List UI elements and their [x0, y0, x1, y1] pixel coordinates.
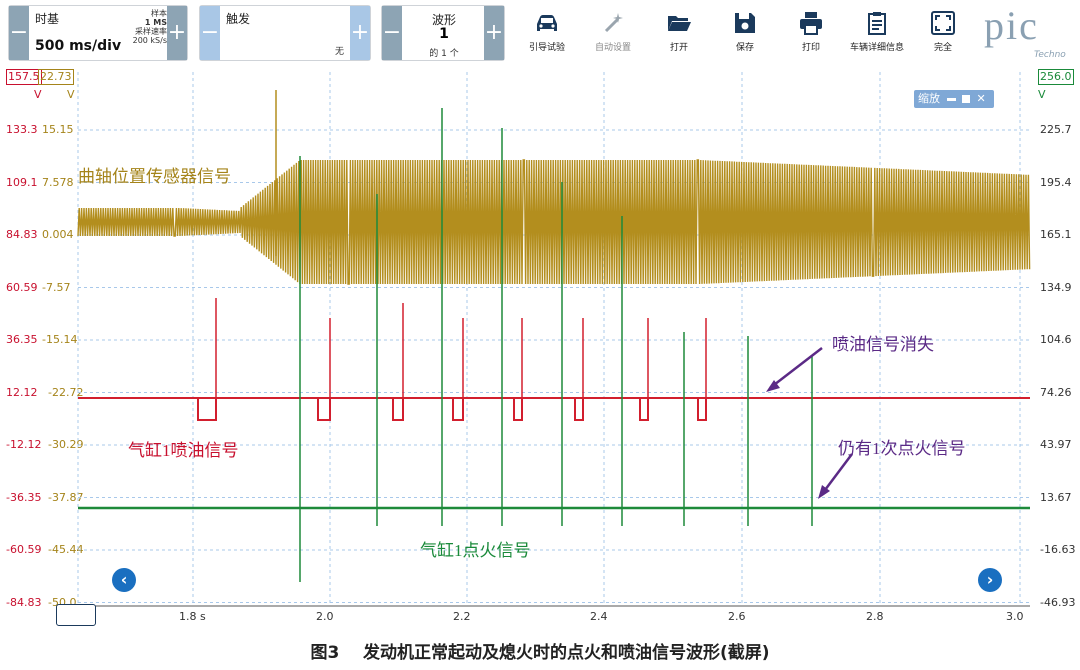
- figure-caption: 图3 发动机正常起动及熄火时的点火和喷油信号波形(截屏): [0, 638, 1080, 663]
- injector-pulse: [697, 397, 707, 421]
- car-icon: [537, 15, 557, 31]
- toolbar: − 时基 500 ms/div 样本 1 MS 采样速率 200 kS/s + …: [0, 0, 1080, 67]
- auto-setup-button[interactable]: 自动设置: [580, 8, 646, 58]
- print-label: 打印: [801, 43, 820, 53]
- magic-wand-icon: [604, 13, 623, 33]
- injector-pulse: [574, 397, 584, 421]
- guided-test-label: 引导试验: [528, 43, 565, 53]
- fullscreen-icon: [931, 11, 955, 35]
- trigger-decrease-button[interactable]: −: [200, 6, 220, 60]
- sample-info: 样本 1 MS 采样速率 200 kS/s: [121, 9, 167, 45]
- timebase-value[interactable]: 500 ms/div: [35, 38, 121, 54]
- arrow-ignition-remains: [821, 453, 853, 495]
- waveform-count: 的 1 个: [429, 49, 459, 59]
- crank-sensor-trace: [77, 90, 1031, 285]
- timebase-decrease-button[interactable]: −: [9, 6, 29, 60]
- waveform-next-button[interactable]: +: [484, 6, 504, 60]
- ruler-handle[interactable]: [56, 604, 96, 626]
- timebase-control: − 时基 500 ms/div 样本 1 MS 采样速率 200 kS/s +: [8, 5, 188, 61]
- save-button[interactable]: 保存: [712, 8, 778, 58]
- waveform-control: − 波形 1 的 1 个 +: [381, 5, 505, 61]
- vehicle-details-button[interactable]: 车辆详细信息: [844, 8, 910, 58]
- annotation-injector: 气缸1喷油信号: [128, 441, 239, 460]
- annotation-arrows: [766, 347, 853, 499]
- open-label: 打开: [669, 43, 688, 53]
- trigger-value[interactable]: 无: [335, 44, 344, 57]
- logo-sub: Techno: [1034, 50, 1066, 60]
- save-icon: [735, 13, 755, 33]
- chevron-right-icon: ›: [986, 570, 994, 589]
- annotation-injection-missing: 喷油信号消失: [832, 335, 934, 354]
- rate-value: 200 kS/s: [132, 36, 167, 45]
- print-button[interactable]: 打印: [778, 8, 844, 58]
- injector-pulse: [452, 397, 464, 421]
- injector-trace: [78, 298, 1030, 421]
- pico-logo: pic Techno: [984, 4, 1080, 64]
- chevron-left-icon: ‹: [120, 570, 128, 589]
- fullscreen-button[interactable]: 完全: [910, 8, 976, 58]
- save-label: 保存: [735, 43, 754, 53]
- scroll-right-button[interactable]: ›: [978, 568, 1002, 592]
- trigger-title: 触发: [226, 12, 251, 26]
- rate-label: 采样速率: [135, 27, 167, 36]
- guided-test-button[interactable]: 引导试验: [514, 8, 580, 58]
- annotation-crank-sensor: 曲轴位置传感器信号: [78, 167, 231, 186]
- arrow-injection-missing: [769, 347, 823, 389]
- injector-pulse: [392, 397, 404, 421]
- annotation-ignition-remains: 仍有1次点火信号: [838, 439, 966, 458]
- annotation-ignition: 气缸1点火信号: [420, 541, 531, 560]
- logo-text: pic: [984, 4, 1039, 48]
- injector-pulse: [197, 397, 217, 421]
- injector-pulse: [513, 397, 523, 421]
- sample-label: 样本: [151, 9, 167, 18]
- open-button[interactable]: 打开: [646, 8, 712, 58]
- trigger-control: − 触发 无 +: [199, 5, 371, 61]
- auto-setup-label: 自动设置: [594, 43, 631, 53]
- timebase-title: 时基: [35, 12, 60, 26]
- waveform-index[interactable]: 1: [402, 26, 486, 42]
- waveform-prev-button[interactable]: −: [382, 6, 402, 60]
- injector-pulse: [639, 397, 649, 421]
- trigger-increase-button[interactable]: +: [350, 6, 370, 60]
- vehicle-details-label: 车辆详细信息: [849, 43, 904, 53]
- caption-figure-number: 图3: [310, 643, 340, 663]
- scope-view[interactable]: 157.5 22.73 V V 256.0 V 缩放 ✕ 133.3 15.15 2…: [0, 66, 1080, 628]
- printer-icon: [800, 12, 822, 35]
- folder-open-icon: [668, 16, 691, 31]
- timebase-increase-button[interactable]: +: [167, 6, 187, 60]
- caption-text: 发动机正常起动及熄火时的点火和喷油信号波形(截屏): [362, 643, 770, 663]
- scroll-left-button[interactable]: ‹: [112, 568, 136, 592]
- clipboard-icon: [868, 12, 886, 35]
- injector-pulse: [317, 397, 331, 421]
- sample-value: 1 MS: [144, 18, 167, 27]
- fullscreen-label: 完全: [933, 43, 952, 53]
